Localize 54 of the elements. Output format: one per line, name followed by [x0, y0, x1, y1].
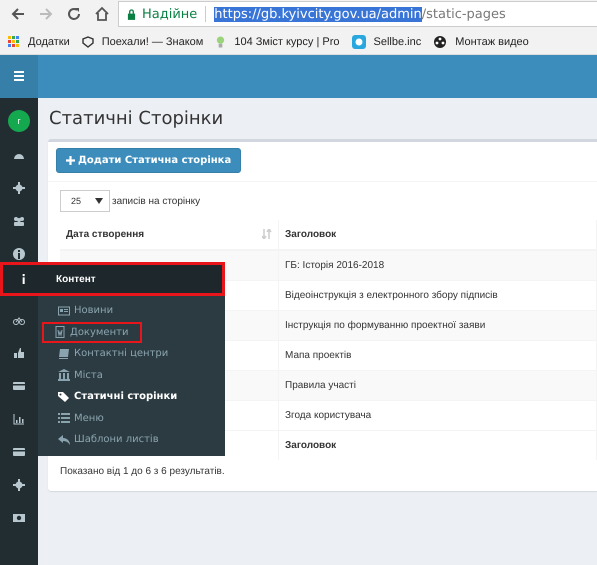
page-size-select[interactable]: 25 — [60, 190, 110, 212]
table-cell: Інструкція по формуванню проектної заяви — [278, 310, 596, 340]
bulb-icon — [215, 34, 226, 48]
book-icon — [58, 348, 70, 360]
page-size-label: записів на сторінку — [112, 196, 200, 206]
settings-icon[interactable] — [13, 478, 25, 490]
add-page-button[interactable]: Додати Статична сторінка — [56, 148, 242, 173]
shield-icon — [82, 36, 94, 48]
apps-icon — [8, 36, 20, 48]
submenu-item[interactable]: Контактні центри — [42, 343, 174, 364]
info-icon[interactable] — [13, 248, 25, 260]
dropdown-caret-icon — [95, 198, 103, 204]
bookmark[interactable]: Додатки — [8, 36, 70, 48]
submenu-item[interactable]: Меню — [42, 408, 110, 429]
list-icon — [58, 412, 70, 424]
secure-label: Надійне — [142, 6, 198, 22]
table-cell: Згода користувача — [278, 400, 596, 430]
submenu-item[interactable]: Міста — [42, 364, 109, 386]
submenu-item[interactable]: Документи — [42, 322, 142, 343]
card-icon[interactable] — [13, 446, 25, 458]
submenu-item[interactable]: Статичні сторінки — [42, 386, 184, 408]
submenu-item[interactable]: Новини — [42, 300, 120, 322]
settings-icon[interactable] — [13, 182, 25, 194]
bookmark[interactable]: Поехали! — Знаком — [82, 36, 204, 48]
bar-chart-icon[interactable] — [13, 412, 25, 424]
results-summary: Показано від 1 до 6 з 6 результатів. — [60, 465, 226, 477]
cloud-icon — [352, 34, 366, 48]
lock-icon — [127, 8, 136, 20]
back-icon[interactable] — [10, 6, 26, 22]
thumbs-up-icon[interactable] — [13, 346, 25, 358]
table-cell: Правила участі — [278, 370, 596, 400]
newspaper-icon — [58, 304, 70, 317]
film-reel-icon — [433, 34, 448, 48]
info-icon — [21, 274, 26, 284]
reply-arrow-icon — [58, 434, 70, 446]
column-footer: Заголовок — [278, 430, 596, 460]
bank-icon — [58, 369, 70, 382]
money-icon[interactable] — [13, 512, 25, 524]
submenu-item[interactable]: Шаблони листів — [42, 429, 165, 450]
sort-icon — [262, 229, 272, 239]
users-icon[interactable] — [13, 214, 25, 226]
document-icon — [54, 326, 66, 338]
menu-header[interactable]: Контент — [0, 262, 225, 296]
menu-icon[interactable] — [0, 55, 38, 98]
page-title: Статичні Сторінки — [49, 108, 224, 129]
table-cell: ГБ: Історія 2016-2018 — [278, 250, 596, 280]
bookmark[interactable]: 104 Зміст курсу | Pro — [215, 34, 340, 48]
card-icon[interactable] — [13, 380, 25, 392]
home-icon[interactable] — [94, 6, 110, 22]
plus-icon — [66, 156, 75, 165]
bookmark[interactable]: Sellbe.inc — [352, 34, 422, 48]
bookmark[interactable]: Монтаж видео — [433, 34, 529, 48]
reload-icon[interactable] — [66, 6, 82, 22]
tag-icon — [58, 390, 70, 403]
